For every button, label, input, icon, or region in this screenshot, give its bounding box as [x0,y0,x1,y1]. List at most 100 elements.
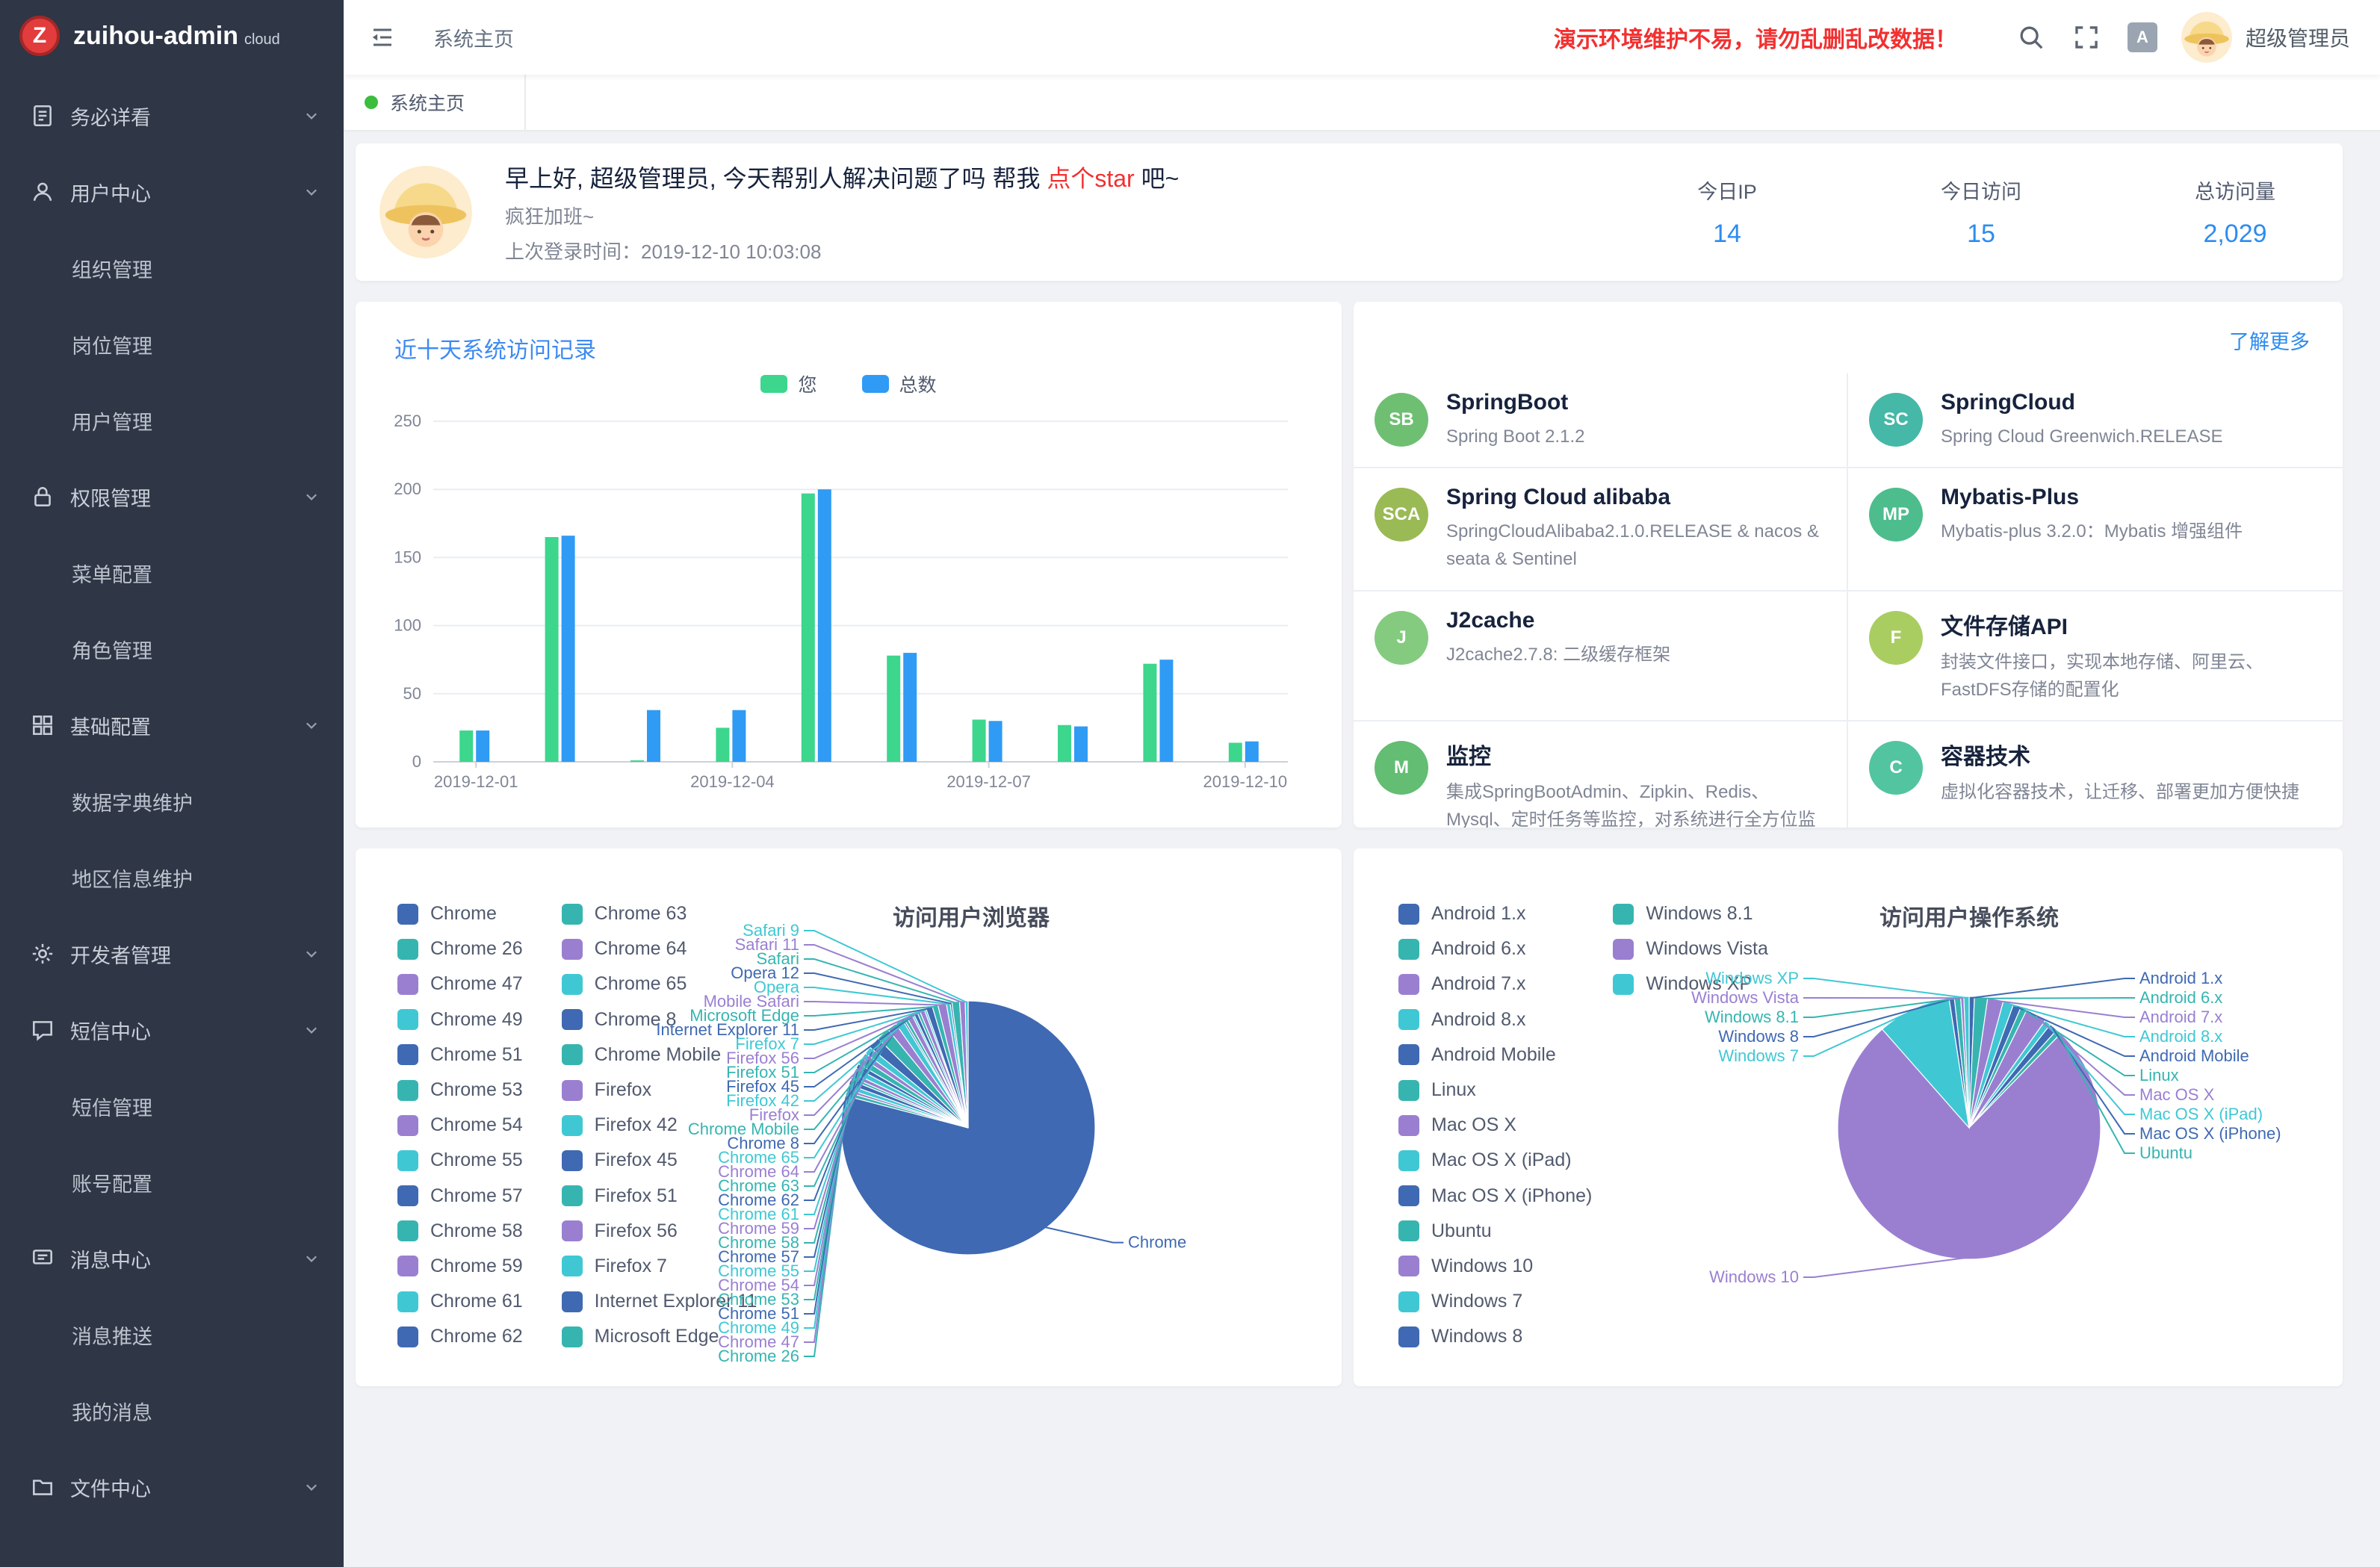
bar-您-2019-12-10[interactable] [1229,742,1242,762]
sidebar-item-file-center[interactable]: 文件中心 [0,1449,344,1525]
legend-item-Ubuntu[interactable]: Ubuntu [1398,1214,1592,1249]
sidebar-item-message-center[interactable]: 消息中心 [0,1220,344,1297]
legend-item-Linux[interactable]: Linux [1398,1073,1592,1108]
legend-item-Android 8.x[interactable]: Android 8.x [1398,1002,1592,1037]
sidebar-subitem[interactable]: 角色管理 [0,611,344,687]
fullscreen-icon[interactable] [2072,23,2101,52]
legend-item-Chrome 59[interactable]: Chrome 59 [397,1249,523,1284]
bar-总数-2019-12-10[interactable] [1245,742,1259,762]
bar-总数-2019-12-01[interactable] [476,730,489,762]
tech-text: SpringCloudSpring Cloud Greenwich.RELEAS… [1941,390,2223,450]
brand: zuihou-admincloud [73,22,280,51]
y-tick-label: 100 [394,616,421,635]
legend-item-Windows 7[interactable]: Windows 7 [1398,1284,1592,1319]
browser-pie-chart: ChromeChrome 26Chrome 47Chrome 49Chrome … [654,875,1330,1371]
legend-item-Android 6.x[interactable]: Android 6.x [1398,931,1592,966]
welcome-card: 早上好, 超级管理员, 今天帮别人解决问题了吗 帮我 点个star 吧~ 疯狂加… [356,143,2343,281]
bar-您-2019-12-04[interactable] [716,727,729,762]
bar-您-2019-12-05[interactable] [802,494,815,762]
legend-item-Mac OS X (iPad)[interactable]: Mac OS X (iPad) [1398,1143,1592,1178]
legend-item-Chrome 51[interactable]: Chrome 51 [397,1037,523,1073]
bar-您-2019-12-01[interactable] [459,730,473,762]
legend-swatch [562,1080,583,1101]
legend-item-Chrome 26[interactable]: Chrome 26 [397,931,523,966]
bar-总数-2019-12-09[interactable] [1159,660,1173,762]
legend-label: Chrome 51 [430,1044,523,1066]
legend-item-总数[interactable]: 总数 [862,370,937,397]
learn-more-link[interactable]: 了解更多 [2229,326,2310,355]
bar-您-2019-12-02[interactable] [545,537,559,762]
user-avatar[interactable] [2181,12,2232,63]
legend-item-Android 1.x[interactable]: Android 1.x [1398,896,1592,931]
legend-swatch [562,974,583,995]
legend-item-Mac OS X[interactable]: Mac OS X [1398,1108,1592,1143]
legend-item-Chrome[interactable]: Chrome [397,896,523,931]
bar-总数-2019-12-08[interactable] [1074,727,1088,762]
legend-item-Android 7.x[interactable]: Android 7.x [1398,966,1592,1002]
legend-label: 总数 [899,370,937,397]
sidebar-subitem[interactable]: 用户管理 [0,382,344,459]
star-link[interactable]: 点个star [1047,165,1134,192]
legend-item-Chrome 58[interactable]: Chrome 58 [397,1214,523,1249]
bar-您-2019-12-08[interactable] [1058,725,1071,762]
legend-label: 您 [798,370,816,397]
legend-swatch [1398,904,1419,925]
legend-item-Mac OS X (iPhone)[interactable]: Mac OS X (iPhone) [1398,1179,1592,1214]
sidebar-subitem[interactable]: 短信管理 [0,1068,344,1144]
sidebar-subitem[interactable]: 组织管理 [0,230,344,306]
bar-总数-2019-12-06[interactable] [903,653,917,762]
sidebar-item-must-read[interactable]: 务必详看 [0,78,344,154]
bar-总数-2019-12-04[interactable] [732,710,746,762]
x-tick-label: 2019-12-10 [1203,772,1288,791]
tech-title: 监控 [1446,738,1820,771]
legend-item-Chrome 61[interactable]: Chrome 61 [397,1284,523,1319]
legend-item-Chrome 47[interactable]: Chrome 47 [397,966,523,1002]
tab-system-home[interactable]: 系统主页 [344,75,526,130]
legend-item-Chrome 53[interactable]: Chrome 53 [397,1073,523,1108]
tech-badge-icon: F [1869,611,1923,665]
legend-item-Chrome 54[interactable]: Chrome 54 [397,1108,523,1143]
legend-label: Windows 10 [1431,1256,1533,1277]
sidebar-item-user-center[interactable]: 用户中心 [0,154,344,230]
legend-swatch [1613,974,1634,995]
sidebar-item-permission[interactable]: 权限管理 [0,459,344,535]
bar-您-2019-12-09[interactable] [1143,664,1156,762]
legend-item-Chrome 57[interactable]: Chrome 57 [397,1179,523,1214]
legend-swatch [1398,1044,1419,1065]
bar-总数-2019-12-03[interactable] [647,710,660,762]
bar-您-2019-12-07[interactable] [973,719,986,762]
sidebar-subitem[interactable]: 地区信息维护 [0,840,344,916]
legend-item-您[interactable]: 您 [760,370,816,397]
sidebar-subitem[interactable]: 我的消息 [0,1373,344,1449]
x-tick-label: 2019-12-07 [946,772,1031,791]
bar-您-2019-12-06[interactable] [887,656,900,762]
legend-swatch [397,1115,418,1136]
bar-总数-2019-12-02[interactable] [562,536,575,762]
sidebar-item-base-config[interactable]: 基础配置 [0,687,344,763]
sidebar-subitem[interactable]: 岗位管理 [0,306,344,382]
legend-item-Windows 8[interactable]: Windows 8 [1398,1319,1592,1354]
legend-item-Chrome 49[interactable]: Chrome 49 [397,1002,523,1037]
sidebar-subitem[interactable]: 消息推送 [0,1297,344,1373]
sidebar-subitem[interactable]: 菜单配置 [0,535,344,611]
chevron-down-icon [303,488,320,505]
sidebar-item-developer[interactable]: 开发者管理 [0,916,344,992]
welcome-stats: 今日IP14今日访问15总访问量2,029 [1682,176,2280,249]
legend-swatch [397,1080,418,1101]
sidebar-item-sms-center[interactable]: 短信中心 [0,992,344,1068]
pie-label: Windows Vista [1691,988,1800,1007]
legend-item-Android Mobile[interactable]: Android Mobile [1398,1037,1592,1073]
bar-总数-2019-12-05[interactable] [818,489,831,762]
legend-item-Chrome 62[interactable]: Chrome 62 [397,1319,523,1354]
collapse-menu-icon[interactable] [368,22,397,52]
legend-item-Chrome 55[interactable]: Chrome 55 [397,1143,523,1178]
font-size-icon[interactable]: A [2128,22,2157,52]
bar-您-2019-12-03[interactable] [630,760,644,762]
sidebar-subitem[interactable]: 数据字典维护 [0,763,344,840]
legend-item-Windows 10[interactable]: Windows 10 [1398,1249,1592,1284]
pie-label-line [1045,1227,1124,1243]
search-icon[interactable] [2017,23,2045,52]
sidebar-subitem[interactable]: 账号配置 [0,1144,344,1220]
document-icon [30,103,55,128]
bar-总数-2019-12-07[interactable] [989,721,1002,762]
